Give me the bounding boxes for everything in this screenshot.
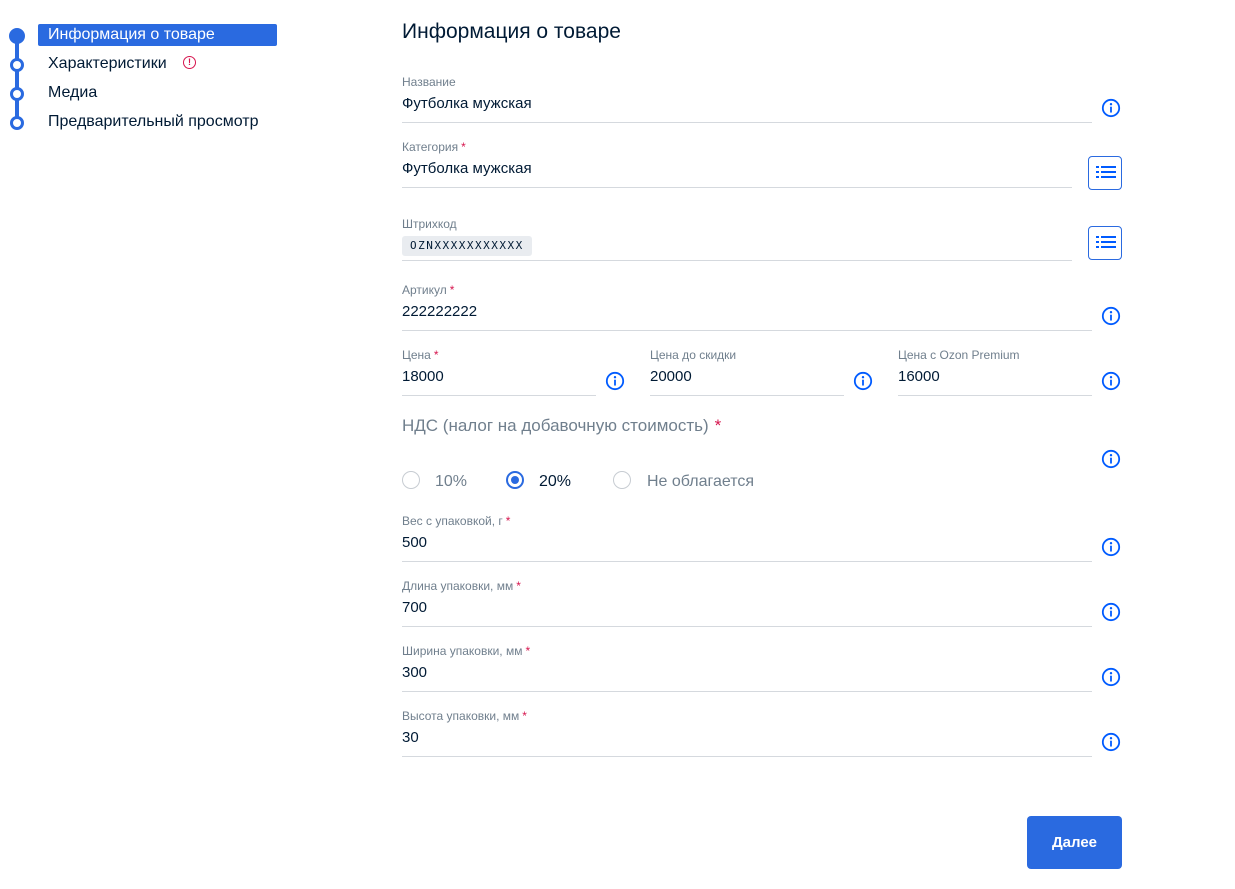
field-underline bbox=[650, 395, 844, 396]
width-field[interactable]: Ширина упаковки, мм * 300 bbox=[402, 643, 1092, 692]
info-icon[interactable] bbox=[853, 371, 873, 391]
step-characteristics[interactable]: Характеристики ! bbox=[0, 53, 300, 77]
info-icon[interactable] bbox=[1101, 98, 1121, 118]
width-input[interactable]: 300 bbox=[402, 662, 1092, 684]
field-label: Высота упаковки, мм * bbox=[402, 709, 527, 723]
length-input[interactable]: 700 bbox=[402, 597, 1092, 619]
old-price-input[interactable]: 20000 bbox=[650, 366, 844, 388]
field-label: Штрихкод bbox=[402, 217, 457, 231]
category-list-button[interactable] bbox=[1088, 156, 1122, 190]
info-icon[interactable] bbox=[1101, 732, 1121, 752]
field-label: Артикул * bbox=[402, 283, 455, 297]
field-underline bbox=[402, 122, 1092, 123]
price-input[interactable]: 18000 bbox=[402, 366, 596, 388]
field-underline bbox=[402, 626, 1092, 627]
info-icon[interactable] bbox=[1101, 667, 1121, 687]
radio-label: Не облагается bbox=[647, 473, 755, 490]
list-icon bbox=[1096, 236, 1116, 248]
field-label: Длина упаковки, мм * bbox=[402, 579, 521, 593]
field-label: Вес с упаковкой, г * bbox=[402, 514, 511, 528]
price-field[interactable]: Цена * 18000 bbox=[402, 347, 596, 396]
height-input[interactable]: 30 bbox=[402, 727, 1092, 749]
field-label: Цена до скидки bbox=[650, 348, 737, 362]
field-underline bbox=[898, 395, 1092, 396]
step-preview[interactable]: Предварительный просмотр bbox=[0, 111, 300, 135]
error-alert-icon: ! bbox=[183, 56, 196, 69]
radio-label: 10% bbox=[435, 473, 468, 490]
page-title: Информация о товаре bbox=[402, 20, 621, 43]
barcode-list-button[interactable] bbox=[1088, 226, 1122, 260]
vat-radio-none[interactable]: Не облагается bbox=[613, 470, 773, 494]
weight-field[interactable]: Вес с упаковкой, г * 500 bbox=[402, 513, 1092, 562]
category-field[interactable]: Категория * Футболка мужская bbox=[402, 139, 1072, 188]
premium-price-input[interactable]: 16000 bbox=[898, 366, 1092, 388]
info-icon[interactable] bbox=[1101, 306, 1121, 326]
article-field[interactable]: Артикул * 222222222 bbox=[402, 282, 1092, 331]
field-underline bbox=[402, 756, 1092, 757]
field-underline bbox=[402, 260, 1072, 261]
step-media[interactable]: Медиа bbox=[0, 82, 300, 106]
step-label[interactable]: Информация о товаре bbox=[38, 24, 277, 46]
list-icon bbox=[1096, 166, 1116, 178]
field-underline bbox=[402, 187, 1072, 188]
step-dot bbox=[10, 87, 24, 101]
radio-label: 20% bbox=[539, 473, 572, 490]
field-underline bbox=[402, 691, 1092, 692]
field-underline bbox=[402, 395, 596, 396]
field-underline bbox=[402, 330, 1092, 331]
step-label[interactable]: Медиа bbox=[38, 82, 107, 104]
step-dot bbox=[10, 58, 24, 72]
step-product-info[interactable]: Информация о товаре bbox=[0, 24, 300, 48]
radio-circle[interactable] bbox=[402, 471, 420, 489]
field-label: Ширина упаковки, мм * bbox=[402, 644, 531, 658]
radio-circle[interactable] bbox=[613, 471, 631, 489]
info-icon[interactable] bbox=[1101, 602, 1121, 622]
name-field[interactable]: Название Футболка мужская bbox=[402, 74, 1092, 123]
step-label[interactable]: Характеристики bbox=[38, 53, 177, 75]
vat-radio-10[interactable]: 10% bbox=[402, 470, 482, 494]
info-icon[interactable] bbox=[1101, 449, 1121, 469]
weight-input[interactable]: 500 bbox=[402, 532, 1092, 554]
info-icon[interactable] bbox=[1101, 537, 1121, 557]
old-price-field[interactable]: Цена до скидки 20000 bbox=[650, 347, 844, 396]
info-icon[interactable] bbox=[605, 371, 625, 391]
barcode-field[interactable]: Штрихкод OZNXXXXXXXXXXX bbox=[402, 216, 1072, 261]
next-button[interactable]: Далее bbox=[1027, 816, 1122, 869]
height-field[interactable]: Высота упаковки, мм * 30 bbox=[402, 708, 1092, 757]
category-input[interactable]: Футболка мужская bbox=[402, 158, 1072, 180]
radio-circle-selected[interactable] bbox=[506, 471, 524, 489]
step-dot-active bbox=[9, 28, 25, 44]
field-label: Цена с Ozon Premium bbox=[898, 348, 1020, 362]
step-dot bbox=[10, 116, 24, 130]
vat-radio-20[interactable]: 20% bbox=[506, 470, 586, 494]
info-icon[interactable] bbox=[1101, 371, 1121, 391]
field-label: Категория * bbox=[402, 140, 466, 154]
field-label: Цена * bbox=[402, 348, 439, 362]
length-field[interactable]: Длина упаковки, мм * 700 bbox=[402, 578, 1092, 627]
premium-price-field[interactable]: Цена с Ozon Premium 16000 bbox=[898, 347, 1092, 396]
field-underline bbox=[402, 561, 1092, 562]
step-label[interactable]: Предварительный просмотр bbox=[38, 111, 268, 133]
name-input[interactable]: Футболка мужская bbox=[402, 93, 1092, 115]
barcode-chip[interactable]: OZNXXXXXXXXXXX bbox=[402, 236, 532, 256]
article-input[interactable]: 222222222 bbox=[402, 301, 1092, 323]
vat-title: НДС (налог на добавочную стоимость) * bbox=[402, 416, 722, 435]
field-label: Название bbox=[402, 75, 456, 89]
progress-stepper: Информация о товаре Характеристики ! Мед… bbox=[0, 0, 300, 150]
